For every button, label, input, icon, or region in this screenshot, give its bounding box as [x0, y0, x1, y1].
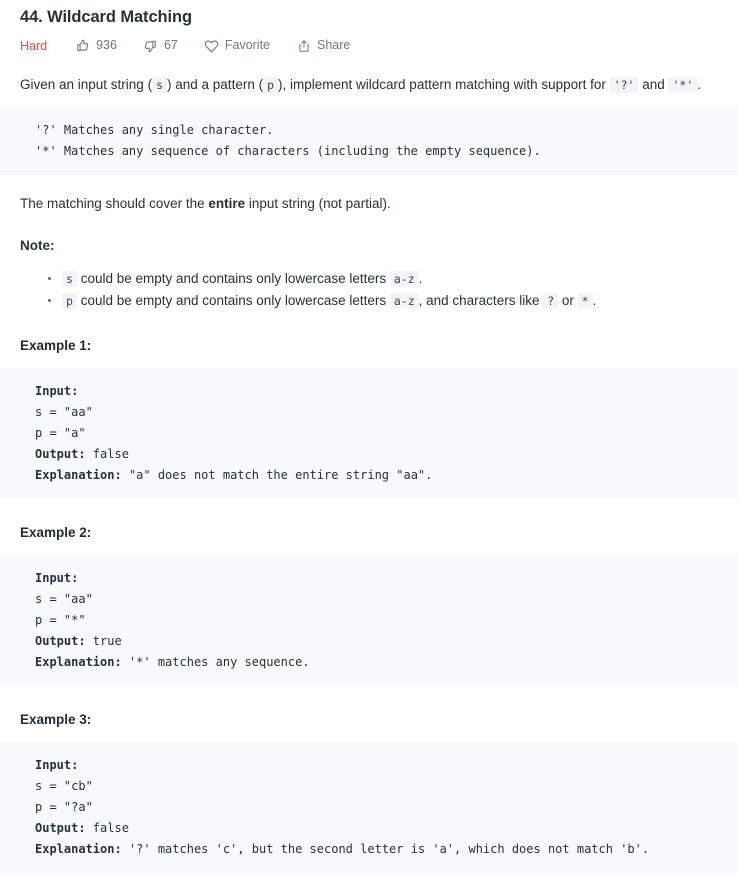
intro-text-3: ), implement wildcard pattern matching w…: [278, 77, 610, 92]
note-heading: Note:: [20, 238, 55, 253]
explanation-value: "a" does not match the entire string "aa…: [121, 468, 433, 482]
inline-code-range: a-z: [389, 271, 419, 287]
example-2-heading: Example 2:: [20, 525, 92, 540]
output-value: false: [85, 821, 129, 835]
problem-description-page: 44. Wildcard Matching Hard 936 67 Favori…: [0, 0, 738, 873]
explanation-label: Explanation:: [35, 842, 122, 856]
note-text-2: , and characters like: [418, 293, 544, 308]
intro-text-4: and: [638, 77, 669, 92]
note-text-4: .: [592, 293, 597, 308]
input-s-line: s = "aa": [35, 592, 93, 606]
input-label: Input:: [35, 384, 79, 398]
note-text-1: could be empty and contains only lowerca…: [76, 293, 390, 308]
thumbs-up-icon: [75, 38, 90, 53]
dislike-button[interactable]: 67: [143, 38, 178, 53]
input-p-line: p = "?a": [35, 800, 93, 814]
like-button[interactable]: 936: [75, 38, 117, 53]
favorite-label: Favorite: [224, 38, 271, 52]
intro-paragraph: Given an input string (s) and a pattern …: [20, 75, 718, 95]
input-p-line: p = "*": [35, 613, 86, 627]
coverage-text-1: The matching should cover the: [20, 196, 209, 211]
output-label: Output:: [35, 447, 86, 461]
explanation-value: '?' matches 'c', but the second letter i…: [121, 842, 650, 856]
input-p-line: p = "a": [35, 426, 86, 440]
favorite-button[interactable]: Favorite: [204, 38, 270, 53]
difficulty-badge: Hard: [20, 38, 48, 53]
output-value: true: [85, 634, 122, 648]
note-text-3: or: [558, 293, 578, 308]
problem-action-bar: Hard 936 67 Favorite Share: [0, 28, 738, 53]
dislike-count: 67: [163, 38, 178, 52]
example-1-code-block: Input: s = "aa" p = "a" Output: false Explan…: [0, 368, 738, 499]
intro-text-5: .: [697, 77, 702, 92]
page-title: 44. Wildcard Matching: [20, 8, 192, 26]
like-count: 936: [96, 38, 117, 52]
inline-code-p-note: p: [62, 293, 77, 309]
problem-content: Given an input string (s) and a pattern …: [0, 75, 738, 873]
intro-text-1: Given an input string (: [20, 77, 153, 92]
coverage-text-2: input string (not partial).: [245, 196, 391, 211]
share-icon: [296, 38, 311, 53]
share-button[interactable]: Share: [296, 38, 350, 53]
example-3-code-block: Input: s = "cb" p = "?a" Output: false Expla…: [0, 742, 738, 873]
explanation-value: '*' matches any sequence.: [121, 655, 310, 669]
coverage-emphasis: entire: [208, 196, 246, 211]
output-value: false: [85, 447, 129, 461]
input-label: Input:: [35, 571, 79, 585]
example-2-code-block: Input: s = "aa" p = "*" Output: true Explana…: [0, 555, 738, 686]
inline-code-s: s: [152, 77, 168, 93]
note-list: s could be empty and contains only lower…: [20, 268, 718, 312]
inline-code-question-note: ?: [543, 293, 559, 309]
output-label: Output:: [35, 821, 86, 835]
inline-code-p: p: [263, 77, 279, 93]
input-s-line: s = "aa": [35, 405, 93, 419]
list-item: p could be empty and contains only lower…: [48, 290, 718, 312]
input-label: Input:: [35, 758, 79, 772]
list-item: s could be empty and contains only lower…: [48, 268, 718, 290]
inline-code-star-note: *: [577, 293, 593, 309]
intro-text-2: ) and a pattern (: [167, 77, 264, 92]
input-s-line: s = "cb": [35, 779, 93, 793]
example-1-heading: Example 1:: [20, 338, 92, 353]
inline-code-range: a-z: [389, 293, 419, 309]
thumbs-down-icon: [143, 38, 158, 53]
inline-code-star: '*': [668, 77, 698, 93]
coverage-paragraph: The matching should cover the entire inp…: [20, 194, 718, 214]
example-3-heading: Example 3:: [20, 712, 92, 727]
share-label: Share: [317, 38, 351, 52]
explanation-label: Explanation:: [35, 468, 122, 482]
wildcard-rules-code-block: '?' Matches any single character. '*' Ma…: [0, 107, 738, 175]
inline-code-s-note: s: [62, 271, 77, 287]
explanation-label: Explanation:: [35, 655, 122, 669]
output-label: Output:: [35, 634, 86, 648]
heart-icon: [204, 38, 219, 53]
note-text-2: .: [418, 271, 423, 286]
inline-code-question: '?': [609, 77, 639, 93]
note-text-1: could be empty and contains only lowerca…: [76, 271, 390, 286]
